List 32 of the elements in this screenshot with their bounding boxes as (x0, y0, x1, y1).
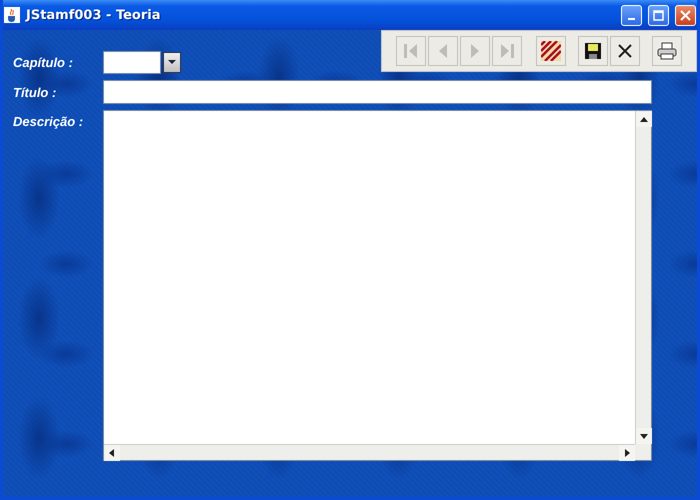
horizontal-scrollbar[interactable] (104, 444, 635, 460)
dropdown-button[interactable] (163, 52, 181, 72)
vertical-scrollbar[interactable] (635, 111, 651, 444)
close-icon (680, 10, 691, 20)
toolbar-button[interactable] (578, 36, 608, 66)
maximize-button[interactable] (648, 4, 669, 26)
close-button[interactable] (675, 4, 696, 26)
minimize-button[interactable] (621, 4, 642, 26)
save-icon (585, 43, 601, 59)
scroll-down-button[interactable] (636, 428, 652, 444)
toolbar-button[interactable] (652, 36, 682, 66)
description-label: Descrição : (13, 114, 84, 129)
scroll-left-button[interactable] (104, 445, 120, 461)
scroll-up-button[interactable] (636, 111, 652, 127)
title-field[interactable] (103, 80, 652, 104)
scrollbar-corner (635, 444, 651, 460)
scroll-right-button[interactable] (619, 445, 635, 461)
java-cup-icon (4, 7, 20, 23)
toolbar-button[interactable] (536, 36, 566, 66)
chapter-combo-field[interactable] (103, 50, 161, 74)
striped-square-icon (541, 41, 561, 61)
caret-down-icon (168, 59, 176, 65)
chapter-label: Capítulo : (13, 54, 74, 70)
title-label: Título : (13, 84, 58, 100)
minimize-icon (628, 18, 635, 20)
close-icon (617, 43, 633, 59)
last-record-icon (498, 42, 516, 60)
toolbar-button[interactable] (610, 36, 640, 66)
maximize-icon (653, 10, 664, 20)
printer-icon (657, 42, 677, 60)
first-record-icon (402, 42, 420, 60)
window-title: JStamf003 - Teoria (26, 8, 162, 22)
